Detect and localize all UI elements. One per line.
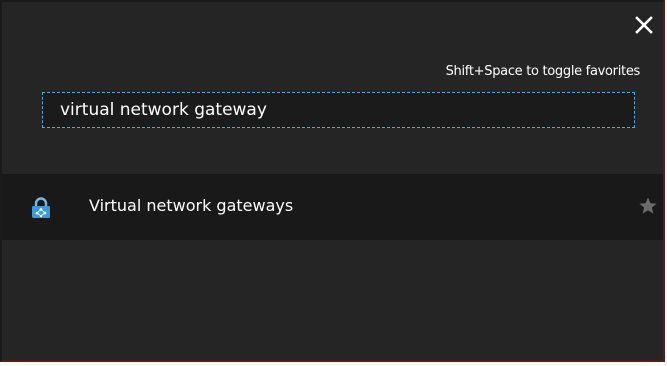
search-panel: Shift+Space to toggle favorites Virtual …: [0, 0, 665, 362]
favorite-toggle-button[interactable]: [638, 196, 658, 216]
search-box[interactable]: [42, 92, 635, 128]
result-label: Virtual network gateways: [89, 196, 294, 215]
close-icon: [635, 16, 653, 34]
search-input[interactable]: [43, 93, 634, 127]
lock-network-icon: [32, 197, 50, 218]
result-item-virtual-network-gateways[interactable]: Virtual network gateways: [2, 174, 663, 240]
favorites-hint: Shift+Space to toggle favorites: [445, 64, 641, 79]
star-icon: [639, 197, 657, 214]
close-button[interactable]: [635, 16, 653, 34]
